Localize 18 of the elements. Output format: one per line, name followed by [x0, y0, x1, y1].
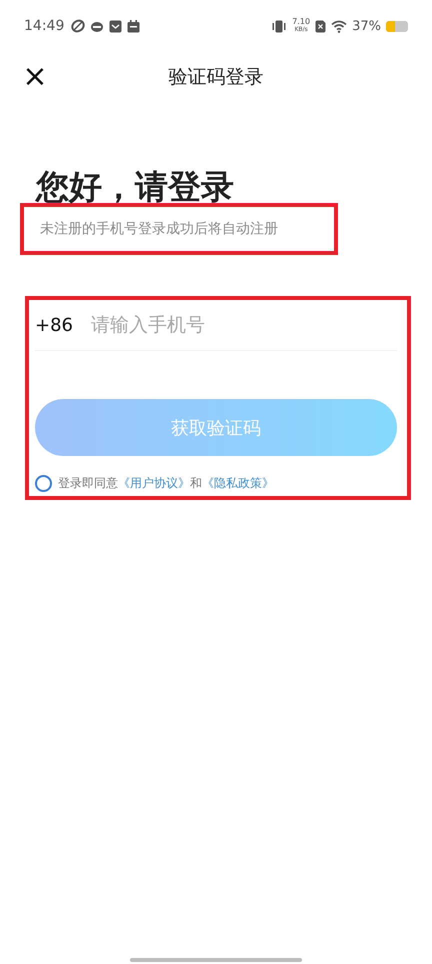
battery-percent: 37% [352, 18, 381, 34]
status-time: 14:49 [24, 18, 64, 34]
agreement-checkbox[interactable] [35, 475, 52, 492]
mail-icon [109, 20, 122, 32]
agreement-text: 登录即同意《用户协议》和《隐私政策》 [58, 475, 274, 492]
page-title: 验证码登录 [168, 65, 264, 90]
battery-icon [386, 20, 408, 32]
policy-link[interactable]: 《隐私政策》 [202, 476, 274, 490]
wifi-icon [331, 20, 348, 32]
close-button[interactable]: × [20, 62, 50, 92]
greeting-heading: 您好，请登录 [36, 168, 235, 206]
sim-icon [315, 20, 326, 32]
speed-value: 7.10 [292, 18, 310, 26]
calendar-icon [127, 20, 140, 32]
country-code[interactable]: +86 [35, 314, 73, 336]
notice-text: 未注册的手机号登录成功后将自动注册 [40, 220, 278, 238]
policy-link[interactable]: 《用户协议》 [118, 476, 190, 490]
vibrate-icon [271, 20, 288, 32]
